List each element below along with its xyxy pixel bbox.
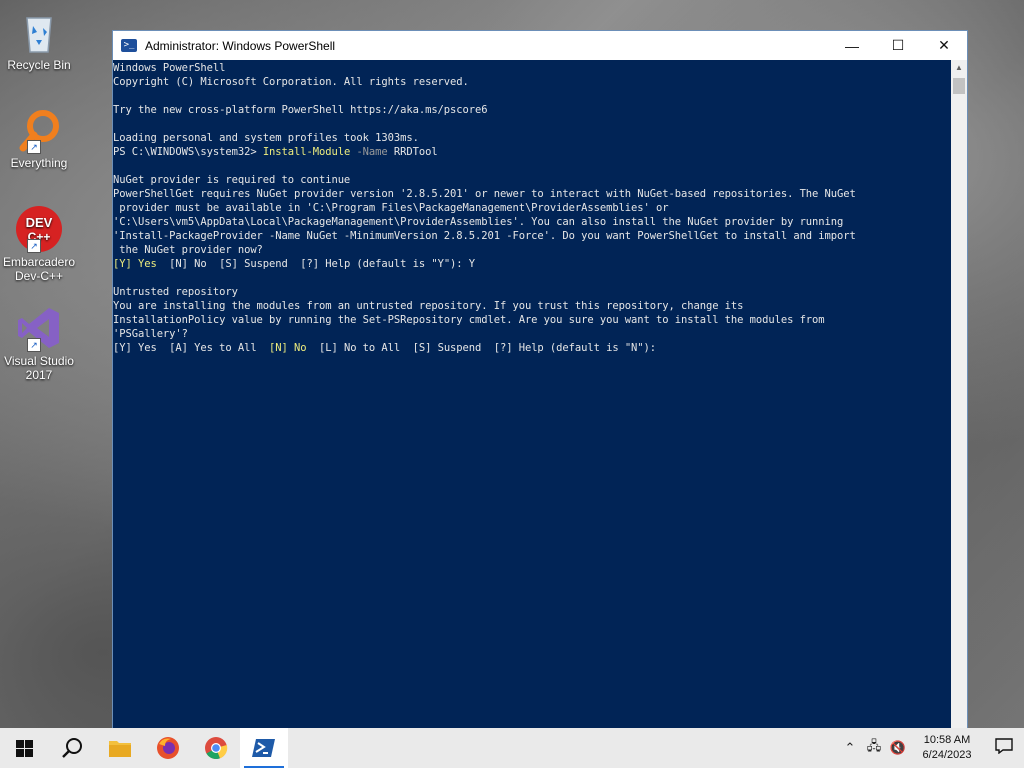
- console-cmdlet: Install-Module: [262, 146, 351, 158]
- minimize-button[interactable]: —: [829, 31, 875, 60]
- console-line: NuGet provider is required to continue: [113, 174, 351, 186]
- scroll-thumb[interactable]: [953, 78, 965, 94]
- taskbar-powershell[interactable]: [240, 728, 288, 768]
- window-title: Administrator: Windows PowerShell: [145, 38, 336, 53]
- console-line: PowerShellGet requires NuGet provider ve…: [113, 188, 856, 200]
- vertical-scrollbar[interactable]: ▲: [951, 60, 967, 728]
- taskbar-chrome[interactable]: [192, 728, 240, 768]
- console-line: 'PSGallery'?: [113, 328, 188, 340]
- console-line: [Y] Yes [A] Yes to All: [113, 342, 270, 354]
- windows-logo-icon: [15, 739, 33, 757]
- title-bar[interactable]: >_ Administrator: Windows PowerShell — ☐…: [113, 31, 967, 60]
- recycle-bin-icon: [15, 8, 63, 56]
- powershell-icon: >_: [121, 39, 137, 52]
- desktop-icon-label: Embarcadero Dev-C++: [2, 255, 76, 283]
- minimize-icon: —: [845, 37, 859, 54]
- everything-search-icon: ↗: [15, 106, 63, 154]
- search-icon: [62, 738, 82, 758]
- chevron-up-icon[interactable]: ⌃: [838, 740, 862, 756]
- console-line: Untrusted repository: [113, 286, 238, 298]
- console-line: provider must be available in 'C:\Progra…: [113, 202, 669, 214]
- powershell-icon: [252, 739, 275, 757]
- taskbar: ⌃ 🖧 🔇 10:58 AM 6/24/2023: [0, 728, 1024, 768]
- console-line: InstallationPolicy value by running the …: [113, 314, 825, 326]
- console-prompt: PS C:\WINDOWS\system32>: [113, 146, 263, 158]
- console-line: Loading personal and system profiles too…: [113, 132, 419, 144]
- console-default-choice: [N] No: [269, 342, 307, 354]
- powershell-window: >_ Administrator: Windows PowerShell — ☐…: [112, 30, 968, 728]
- desktop-icon-visual-studio[interactable]: ↗ Visual Studio 2017: [0, 304, 78, 382]
- network-icon[interactable]: 🖧: [862, 737, 886, 759]
- shortcut-arrow-icon: ↗: [27, 239, 41, 253]
- taskbar-file-explorer[interactable]: [96, 728, 144, 768]
- console-default-choice: [Y] Yes: [113, 258, 157, 270]
- scroll-up-icon[interactable]: ▲: [951, 60, 967, 76]
- maximize-button[interactable]: ☐: [875, 31, 921, 60]
- start-button[interactable]: [0, 728, 48, 768]
- close-button[interactable]: ✕: [921, 31, 967, 60]
- taskbar-firefox[interactable]: [144, 728, 192, 768]
- shortcut-arrow-icon: ↗: [27, 338, 41, 352]
- clock-date: 6/24/2023: [922, 749, 972, 761]
- notification-icon: [995, 737, 1013, 754]
- console-line: [L] No to All [S] Suspend [?] Help (defa…: [306, 342, 657, 354]
- search-button[interactable]: [48, 728, 96, 768]
- close-icon: ✕: [938, 37, 950, 53]
- console-parameter: -Name: [350, 146, 388, 158]
- console-line: Try the new cross-platform PowerShell ht…: [113, 104, 488, 116]
- system-clock[interactable]: 10:58 AM 6/24/2023: [910, 733, 984, 763]
- folder-icon: [109, 741, 131, 757]
- console-line: Windows PowerShell: [113, 62, 226, 74]
- visual-studio-icon: ↗: [15, 304, 63, 352]
- desktop-icon-recycle-bin[interactable]: Recycle Bin: [0, 8, 78, 72]
- clock-time: 10:58 AM: [923, 734, 971, 746]
- chrome-icon: [205, 737, 228, 760]
- console-argument: RRDTool: [387, 146, 438, 158]
- console-line: You are installing the modules from an u…: [113, 300, 744, 312]
- console-line: [N] No [S] Suspend [?] Help (default is …: [156, 258, 476, 270]
- shortcut-arrow-icon: ↗: [27, 140, 41, 154]
- notification-button[interactable]: [984, 737, 1024, 759]
- dev-cpp-icon: DEV C++ ↗: [15, 205, 63, 253]
- desktop-icon-label: Visual Studio 2017: [4, 354, 74, 382]
- firefox-icon: [157, 737, 179, 759]
- maximize-icon: ☐: [891, 37, 905, 53]
- desktop-icon-dev-cpp[interactable]: DEV C++ ↗ Embarcadero Dev-C++: [0, 205, 78, 283]
- console-line: the NuGet provider now?: [113, 244, 263, 256]
- console-output[interactable]: Windows PowerShell Copyright (C) Microso…: [113, 60, 952, 728]
- desktop-icon-label: Recycle Bin: [7, 58, 71, 72]
- desktop-icon-everything[interactable]: ↗ Everything: [0, 106, 78, 170]
- desktop-icon-label: Everything: [10, 156, 68, 170]
- console-line: Copyright (C) Microsoft Corporation. All…: [113, 76, 469, 88]
- volume-muted-icon[interactable]: 🔇: [886, 740, 910, 756]
- console-line: 'Install-PackageProvider -Name NuGet -Mi…: [113, 230, 856, 242]
- svg-text:DEV: DEV: [26, 215, 53, 230]
- console-line: 'C:\Users\vm5\AppData\Local\PackageManag…: [113, 216, 844, 228]
